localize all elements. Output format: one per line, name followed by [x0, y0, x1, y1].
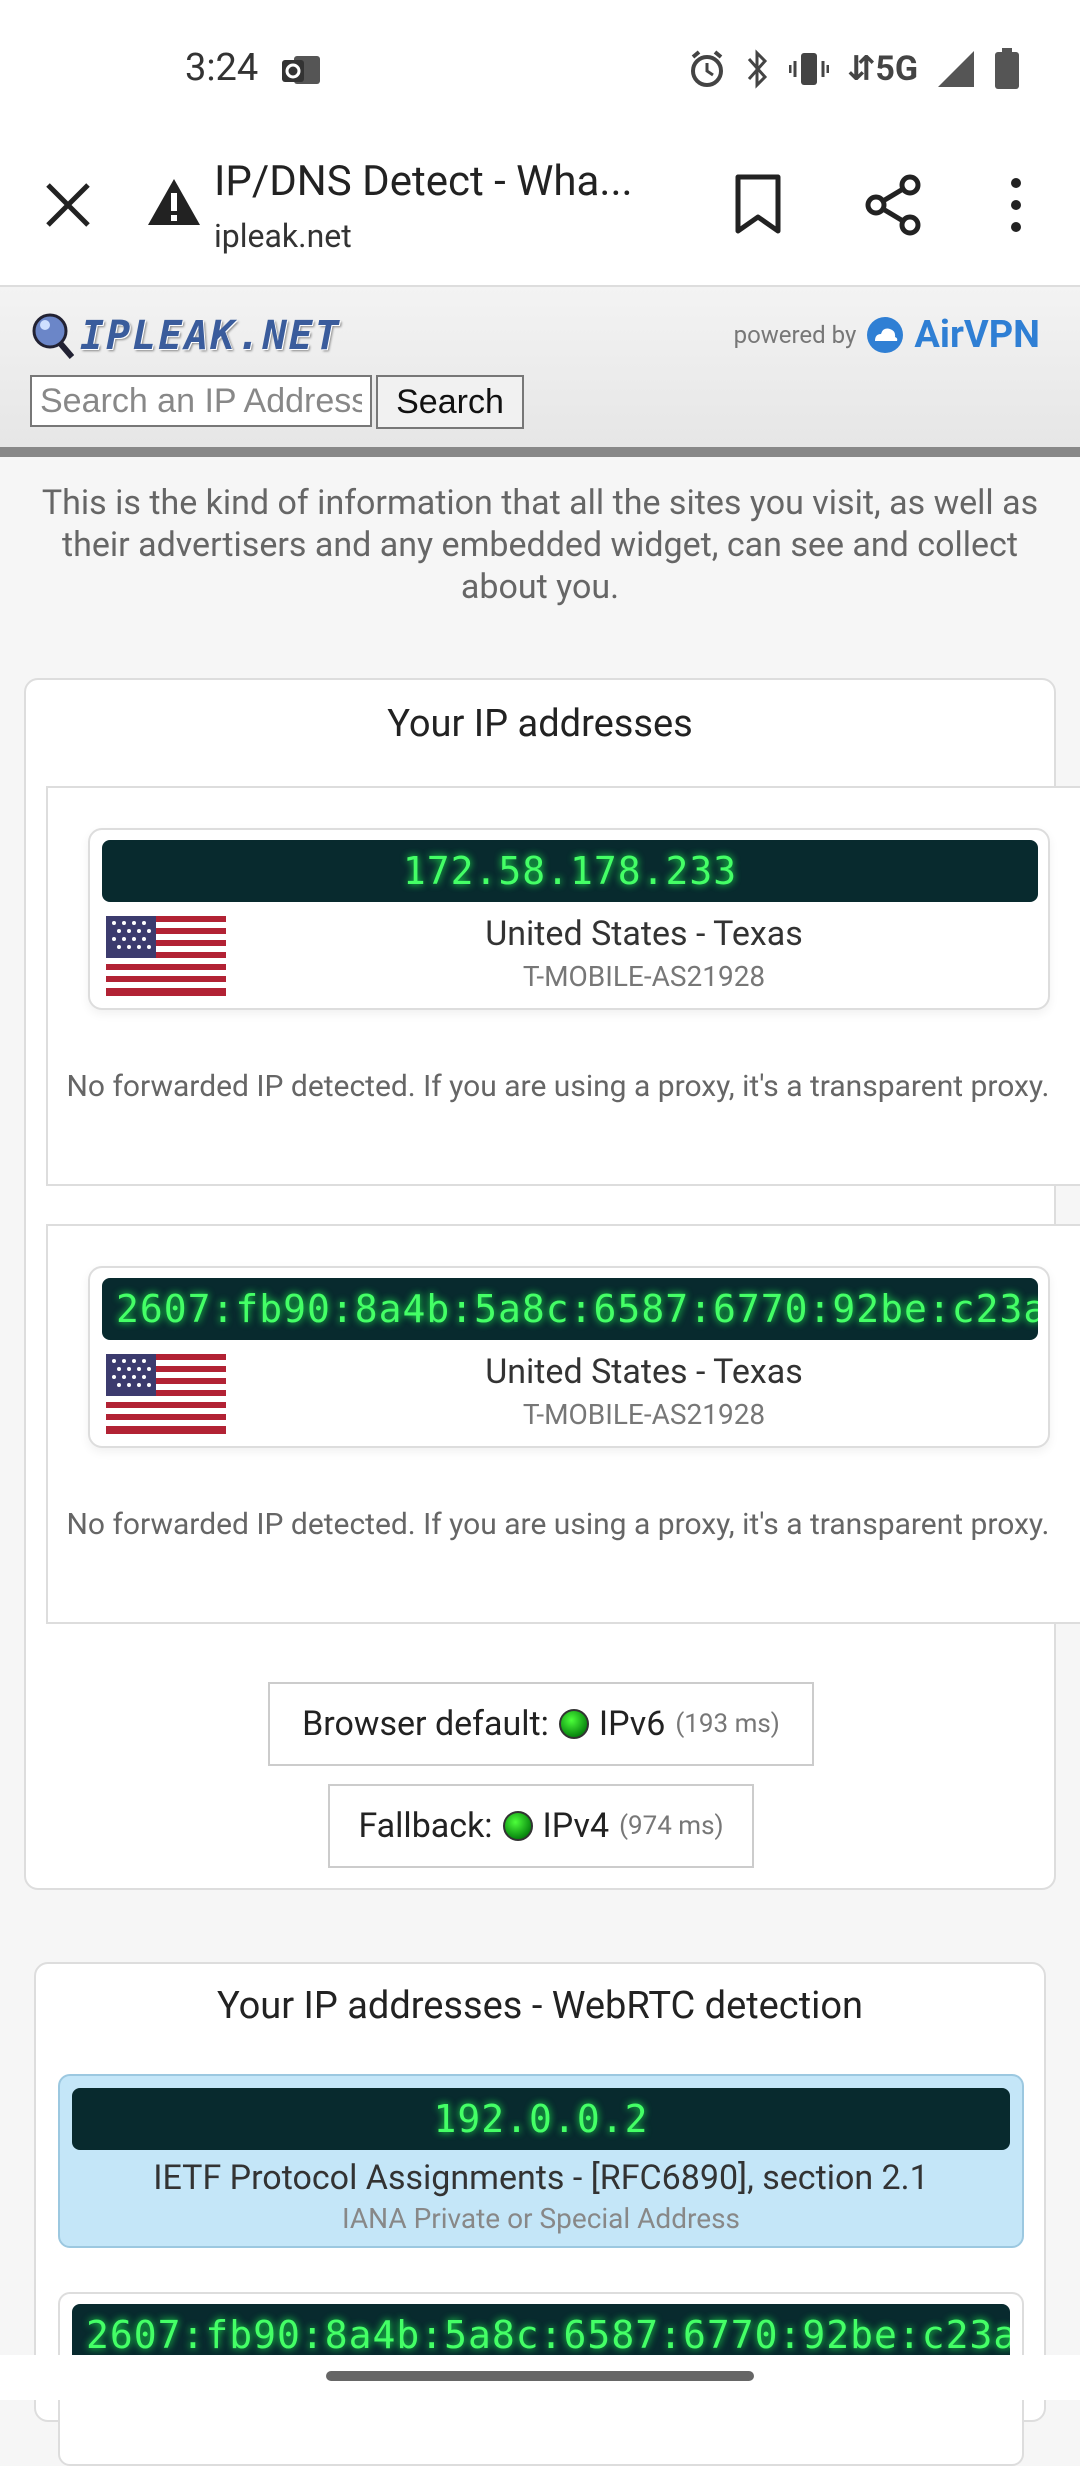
webrtc-ip-sub: IANA Private or Special Address — [342, 2202, 740, 2235]
fallback-protocol: Fallback: IPv4 (974 ms) — [328, 1784, 754, 1868]
ip-location: United States - Texas — [485, 914, 803, 954]
battery-icon — [995, 48, 1019, 89]
gesture-nav-bar — [0, 2355, 1080, 2400]
fallback-latency: (974 ms) — [619, 1811, 724, 1841]
home-handle[interactable] — [326, 2371, 754, 2381]
more-menu-icon[interactable] — [1000, 173, 1032, 237]
ip-location: United States - Texas — [485, 1352, 803, 1392]
webrtc-card: Your IP addresses - WebRTC detection 192… — [34, 1962, 1046, 2466]
page-url[interactable]: ipleak.net — [214, 217, 352, 255]
ip-search-input[interactable] — [30, 375, 372, 427]
status-ok-dot — [502, 1811, 533, 1841]
ip-asn: T-MOBILE-AS21928 — [522, 960, 766, 993]
status-icons: ⇵5G — [687, 46, 1020, 92]
close-icon[interactable] — [40, 177, 96, 233]
alarm-icon — [690, 50, 723, 87]
site-header: IPLEAK.NET powered by AirVPN Search — [0, 287, 1080, 457]
ip-address-display[interactable]: 2607:fb90:8a4b:5a8c:6587:6770:92be:c23a — [102, 1278, 1038, 1340]
browser-default-protocol-value: IPv6 — [598, 1704, 666, 1744]
ipleak-logo[interactable]: IPLEAK.NET — [30, 311, 341, 361]
powered-by-label: powered by — [733, 321, 857, 349]
ip-asn: T-MOBILE-AS21928 — [522, 1398, 766, 1431]
warning-icon[interactable] — [146, 175, 202, 231]
status-bar: 3:24 ⇵5G — [0, 0, 1080, 145]
browser-default-latency: (193 ms) — [675, 1709, 780, 1739]
ip-addresses-card: Your IP addresses 172.58.178.233 United … — [24, 678, 1080, 1890]
page-title[interactable]: IP/DNS Detect - Wha... — [214, 157, 633, 206]
ip-section: 172.58.178.233 United States - Texas T-M… — [46, 786, 1080, 1186]
ip-section: 2607:fb90:8a4b:5a8c:6587:6770:92be:c23a … — [46, 1224, 1080, 1624]
fallback-label: Fallback: — [358, 1806, 493, 1846]
webrtc-ip-display[interactable]: 192.0.0.2 — [72, 2088, 1010, 2150]
browser-default-label: Browser default: — [302, 1704, 549, 1744]
fallback-protocol-value: IPv4 — [542, 1806, 610, 1846]
powered-by[interactable]: powered by AirVPN — [734, 313, 1040, 357]
signal-icon — [938, 51, 974, 87]
forwarded-ip-note: No forwarded IP detected. If you are usi… — [66, 1069, 1050, 1104]
status-ok-dot — [558, 1709, 589, 1739]
logo-text: IPLEAK.NET — [80, 313, 341, 359]
ip-info-box: 172.58.178.233 United States - Texas T-M… — [88, 828, 1050, 1010]
search-button[interactable]: Search — [376, 375, 524, 429]
browser-toolbar: IP/DNS Detect - Wha... ipleak.net — [0, 145, 1080, 287]
us-flag-icon — [106, 1354, 226, 1434]
webrtc-ip-item: 192.0.0.2 IETF Protocol Assignments - [R… — [58, 2074, 1024, 2248]
ip-info-box: 2607:fb90:8a4b:5a8c:6587:6770:92be:c23a … — [88, 1266, 1050, 1448]
us-flag-icon — [106, 916, 226, 996]
outlook-icon — [282, 56, 320, 84]
share-icon[interactable] — [862, 173, 926, 237]
network-type: ⇵5G — [846, 49, 918, 89]
bookmark-icon[interactable] — [728, 173, 788, 237]
forwarded-ip-note: No forwarded IP detected. If you are usi… — [66, 1507, 1050, 1542]
vibrate-icon — [788, 53, 829, 85]
magnifier-logo-icon — [32, 313, 74, 359]
browser-default-protocol: Browser default: IPv6 (193 ms) — [268, 1682, 814, 1766]
ip-address-display[interactable]: 172.58.178.233 — [102, 840, 1038, 902]
status-time: 3:24 — [185, 46, 259, 90]
webrtc-card-title: Your IP addresses - WebRTC detection — [216, 1984, 864, 2028]
ip-card-title: Your IP addresses — [387, 702, 693, 746]
intro-text: This is the kind of information that all… — [41, 483, 1039, 607]
bluetooth-icon — [747, 49, 767, 89]
webrtc-ip-label: IETF Protocol Assignments - [RFC6890], s… — [153, 2158, 929, 2198]
airvpn-cloud-icon — [867, 317, 904, 353]
airvpn-brand: AirVPN — [914, 313, 1040, 357]
